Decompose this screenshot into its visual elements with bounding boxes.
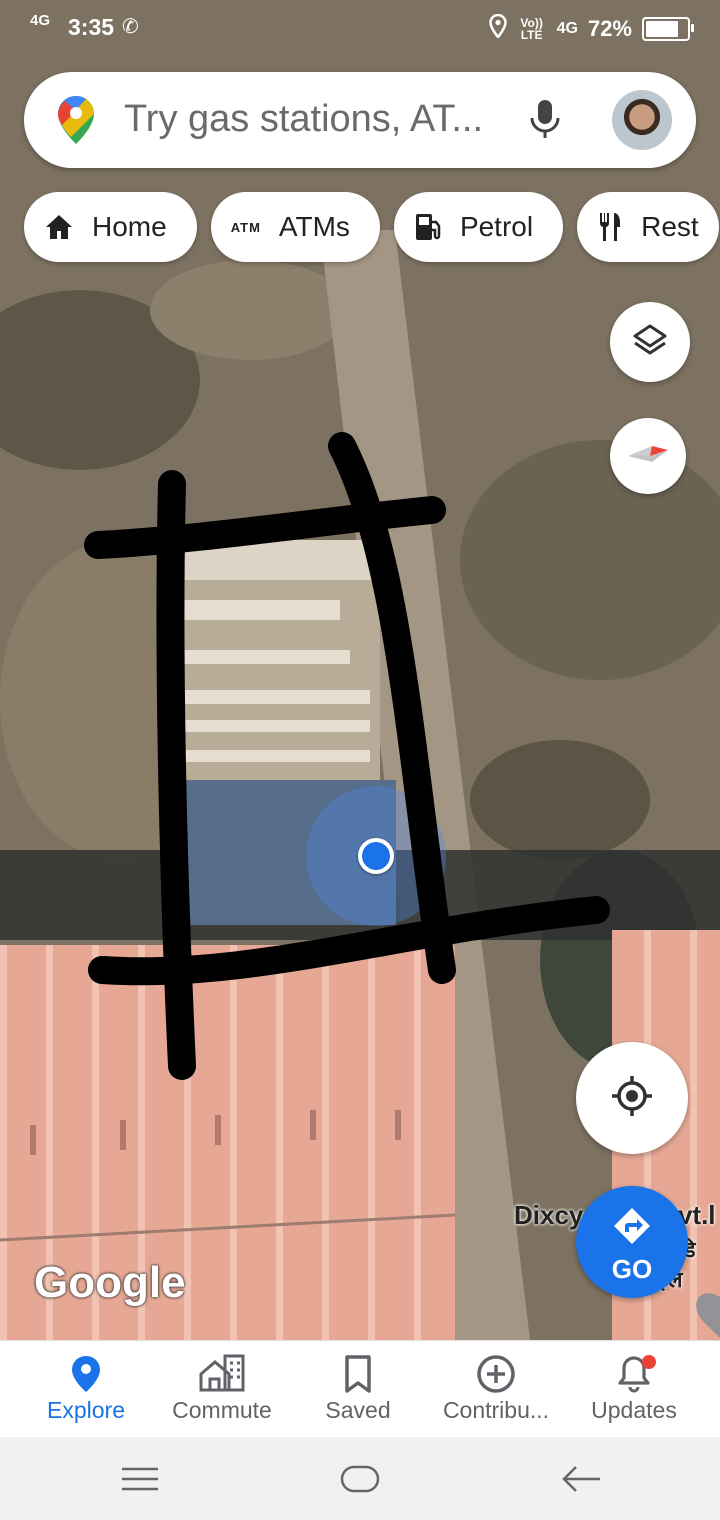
- chip-petrol[interactable]: Petrol: [393, 192, 564, 262]
- restaurant-icon: [597, 211, 623, 243]
- account-avatar[interactable]: [612, 90, 672, 150]
- nav-updates[interactable]: Updates: [564, 1351, 704, 1424]
- explore-pin-icon: [16, 1351, 156, 1397]
- nav-label: Explore: [47, 1397, 125, 1423]
- nav-commute[interactable]: Commute: [152, 1351, 292, 1424]
- nav-contribute[interactable]: Contribu...: [426, 1351, 566, 1424]
- add-circle-icon: [426, 1351, 566, 1397]
- location-status-icon: [488, 13, 507, 44]
- compass-icon: [626, 442, 670, 471]
- back-icon[interactable]: [562, 1465, 600, 1498]
- nav-label: Commute: [172, 1397, 272, 1423]
- current-location-dot: [358, 838, 394, 874]
- battery-percentage: 72%: [587, 16, 632, 41]
- commute-icon: [152, 1351, 292, 1397]
- home-button-icon[interactable]: [340, 1465, 380, 1498]
- menu-icon[interactable]: [122, 1467, 158, 1496]
- chip-restaurants[interactable]: Rest: [577, 192, 719, 262]
- bookmark-icon: [288, 1351, 428, 1397]
- crosshair-icon: [610, 1074, 654, 1123]
- battery-icon: [642, 17, 694, 41]
- directions-go-button[interactable]: GO: [576, 1186, 688, 1298]
- notification-bell-icon: [564, 1351, 704, 1397]
- chip-label: Home: [92, 211, 167, 242]
- notification-badge: [642, 1355, 656, 1369]
- layers-button[interactable]: [610, 302, 690, 382]
- go-label: GO: [611, 1254, 653, 1284]
- home-icon: [44, 213, 74, 241]
- atm-icon: ATM: [230, 219, 261, 235]
- category-chips: Home ATM ATMs Petrol Rest: [24, 192, 719, 262]
- nav-label: Contribu...: [442, 1397, 550, 1423]
- layers-icon: [632, 322, 668, 363]
- status-bar: 4G 3:35 ✆ Vo)) LTE 4G 72%: [0, 0, 720, 56]
- whatsapp-icon: ✆: [122, 16, 139, 38]
- google-watermark: Google: [34, 1258, 186, 1307]
- nav-explore[interactable]: Explore: [16, 1351, 156, 1424]
- status-time: 3:35: [68, 14, 115, 40]
- compass-button[interactable]: [610, 418, 686, 494]
- directions-icon: [612, 1206, 652, 1253]
- system-navigation-bar: [0, 1437, 720, 1520]
- volte-indicator: Vo)) LTE: [520, 16, 543, 42]
- nav-label: Updates: [591, 1397, 677, 1423]
- nav-label: Saved: [325, 1397, 391, 1423]
- chip-label: Petrol: [459, 211, 534, 242]
- search-bar[interactable]: Try gas stations, AT...: [24, 72, 696, 168]
- business-label-name: Dixcy: [514, 1200, 584, 1230]
- chip-label: Rest: [641, 211, 699, 242]
- chip-atms[interactable]: ATM ATMs: [210, 192, 380, 262]
- search-input[interactable]: Try gas stations, AT...: [124, 98, 483, 141]
- signal-indicator: 4G: [30, 12, 51, 29]
- microphone-icon[interactable]: [528, 98, 562, 147]
- chip-label: ATMs: [278, 211, 350, 242]
- gas-pump-icon: [414, 212, 442, 242]
- bottom-navigation: Explore Commute Saved Contribu... Update…: [0, 1340, 720, 1437]
- my-location-button[interactable]: [576, 1042, 688, 1154]
- network-indicator: 4G: [556, 20, 578, 37]
- google-maps-logo-icon: [56, 94, 96, 151]
- nav-saved[interactable]: Saved: [288, 1351, 428, 1424]
- chip-home[interactable]: Home: [24, 192, 197, 262]
